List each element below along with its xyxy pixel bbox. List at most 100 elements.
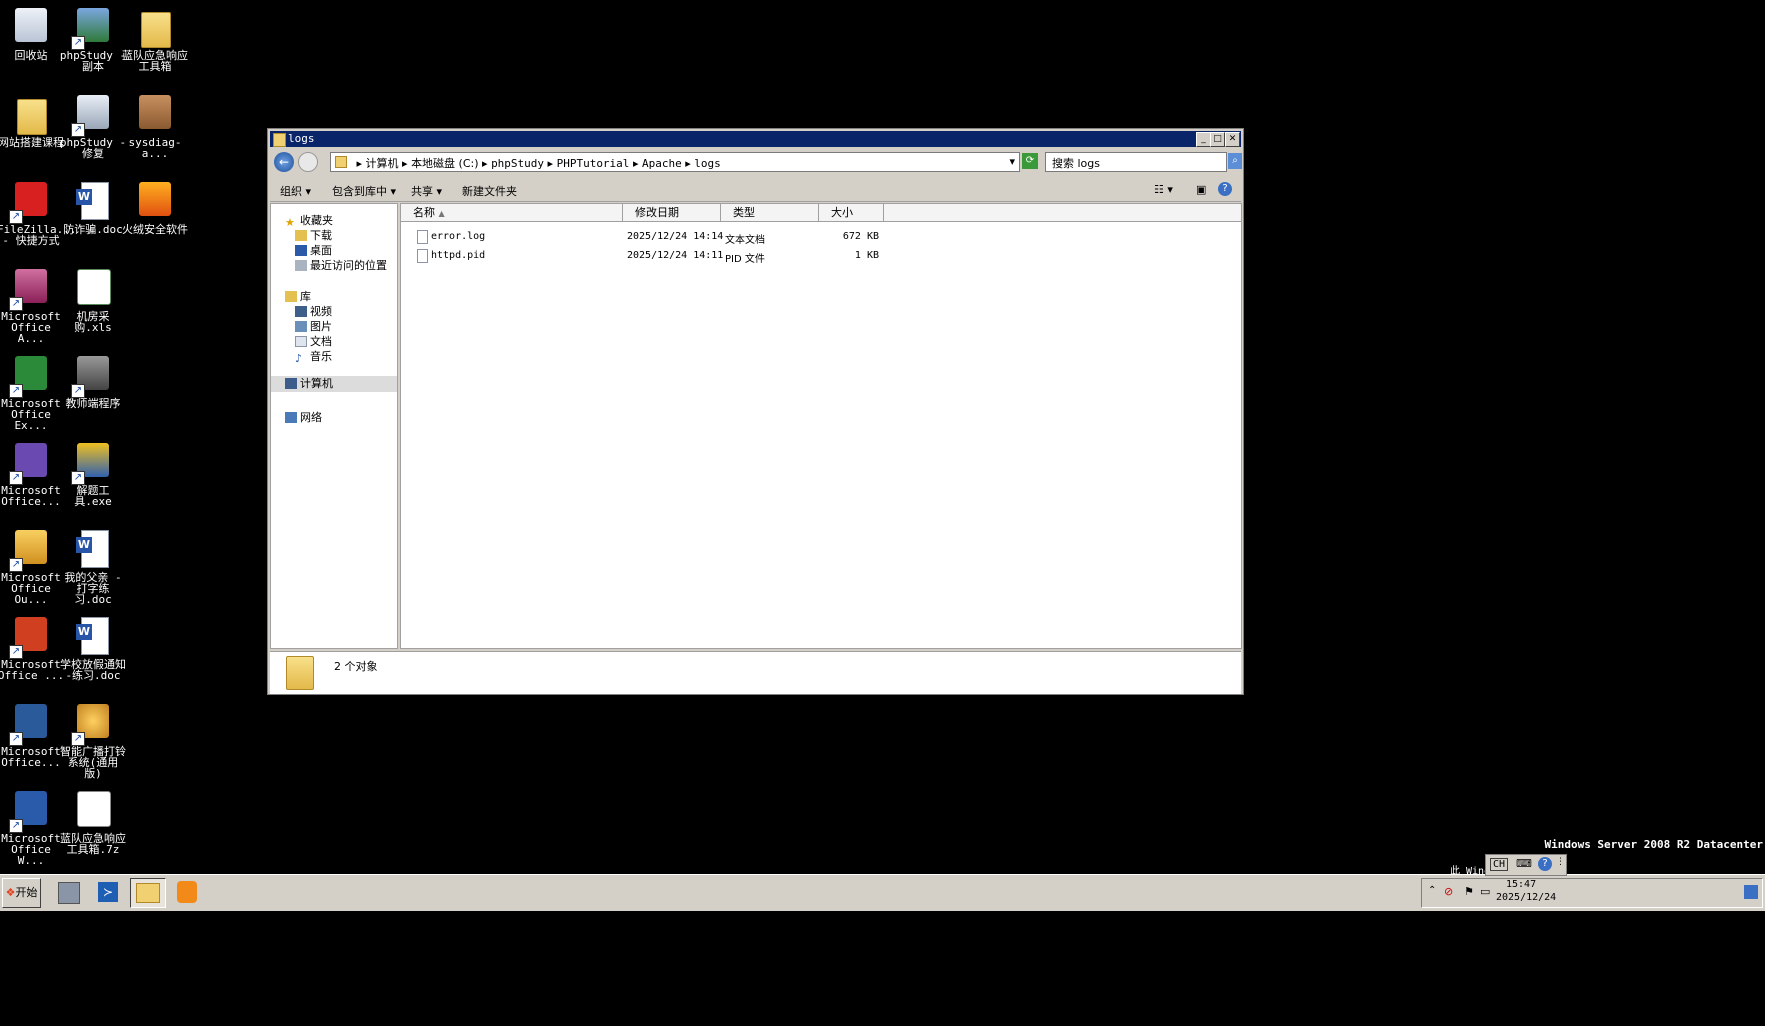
clock-date[interactable]: 2025/12/24 bbox=[1496, 892, 1556, 903]
table-row[interactable]: error.log 2025/12/24 14:14 文本文档 672 KB bbox=[401, 228, 1241, 246]
column-size[interactable]: 大小 bbox=[819, 204, 884, 222]
share-menu[interactable]: 共享 ▾ bbox=[411, 183, 442, 199]
status-bar: 2 个对象 bbox=[270, 651, 1241, 694]
desktop-icon-item[interactable]: ↗ Microsoft Office Ex... bbox=[0, 352, 65, 431]
network-icon bbox=[285, 412, 297, 423]
shortcut-arrow-icon: ↗ bbox=[9, 645, 23, 659]
desktop-icon-label: 机房采购.xls bbox=[74, 310, 112, 334]
column-type[interactable]: 类型 bbox=[721, 204, 819, 222]
breadcrumb-computer[interactable]: 计算机 bbox=[366, 155, 399, 171]
refresh-icon[interactable]: ⟳ bbox=[1022, 153, 1038, 169]
chevron-down-icon[interactable]: ▾ bbox=[1009, 155, 1015, 168]
show-desktop-icon[interactable] bbox=[1744, 885, 1758, 899]
desktop-icon-item[interactable]: ↗ Microsoft Office... bbox=[0, 700, 65, 768]
view-icon[interactable]: ☷ ▾ bbox=[1154, 183, 1173, 196]
desktop-icon-item[interactable]: ↗ phpStudy - 副本 bbox=[59, 4, 127, 72]
nav-downloads[interactable]: 下载 bbox=[295, 227, 332, 243]
taskbar-explorer-icon[interactable] bbox=[130, 878, 166, 908]
nav-favorites[interactable]: ★ 收藏夹 bbox=[285, 212, 333, 229]
desktop-icon-item[interactable]: W 防诈骗.doc bbox=[59, 178, 127, 235]
breadcrumb-phpstudy[interactable]: phpStudy bbox=[491, 157, 544, 170]
desktop-icon-item[interactable]: ↗ 智能广播打铃 系统(通用版) bbox=[59, 700, 127, 779]
file-list: 名称 ▲ 修改日期 类型 大小 error.log 2025/12/24 14:1… bbox=[400, 203, 1242, 649]
options-icon[interactable]: ⋮ bbox=[1556, 857, 1565, 867]
desktop-icon-item[interactable]: 机房采购.xls bbox=[59, 265, 127, 333]
maximize-button[interactable]: □ bbox=[1210, 132, 1225, 147]
shortcut-arrow-icon: ↗ bbox=[71, 471, 85, 485]
nav-videos[interactable]: 视频 bbox=[295, 303, 332, 319]
typing-practice-doc-icon: W bbox=[73, 526, 113, 570]
desktop-icon-item[interactable]: 蓝队应急响应 工具箱 bbox=[121, 4, 189, 72]
nav-libraries[interactable]: 库 bbox=[285, 288, 311, 304]
desktop-icon-item[interactable]: sysdiag-a... bbox=[121, 91, 189, 159]
office-access-icon: ↗ bbox=[9, 265, 51, 311]
minimize-button[interactable]: _ bbox=[1196, 132, 1211, 147]
desktop-icon-label: 火绒安全软件 bbox=[122, 223, 188, 236]
breadcrumb[interactable]: ▸ 计算机 ▸ 本地磁盘 (C:) ▸ phpStudy ▸ PHPTutori… bbox=[330, 152, 1020, 172]
breadcrumb-phptutorial[interactable]: PHPTutorial bbox=[557, 157, 630, 170]
desktop-icon-item[interactable]: ↗ Microsoft Office W... bbox=[0, 787, 65, 866]
keyboard-icon[interactable]: ⌨ bbox=[1516, 857, 1532, 870]
desktop-icon-item[interactable]: W 学校放假通知 -练习.doc bbox=[59, 613, 127, 681]
new-folder-button[interactable]: 新建文件夹 bbox=[462, 183, 517, 199]
breadcrumb-logs[interactable]: logs bbox=[694, 157, 721, 170]
network-tray-icon[interactable]: ▭ bbox=[1480, 885, 1490, 898]
broadcast-system-icon: ↗ bbox=[71, 700, 113, 746]
nav-desktop[interactable]: 桌面 bbox=[295, 242, 332, 258]
column-modified[interactable]: 修改日期 bbox=[623, 204, 721, 222]
taskbar-powershell-icon[interactable]: ≻ bbox=[91, 878, 125, 906]
security-icon[interactable]: ⊘ bbox=[1444, 885, 1453, 898]
desktop-icon-item[interactable]: ↗ 解题工具.exe bbox=[59, 439, 127, 507]
explorer-window: logs _ □ ✕ ← ▸ 计算机 ▸ 本地磁盘 (C:) ▸ phpStud… bbox=[267, 128, 1244, 695]
taskbar-server-manager-icon[interactable] bbox=[52, 878, 86, 906]
desktop-icon-item[interactable]: W 我的父亲 - 打字练习.doc bbox=[59, 526, 127, 605]
back-button[interactable]: ← bbox=[274, 152, 294, 172]
desktop-icon-item[interactable]: 回收站 bbox=[0, 4, 65, 61]
desktop-icon-item[interactable]: 网站搭建课程 bbox=[0, 91, 65, 148]
nav-network[interactable]: 网络 bbox=[285, 409, 322, 425]
organize-menu[interactable]: 组织 ▾ bbox=[280, 183, 311, 199]
office-outlook-icon: ↗ bbox=[9, 526, 51, 572]
preview-pane-icon[interactable]: ▣ bbox=[1196, 183, 1206, 196]
table-row[interactable]: httpd.pid 2025/12/24 14:11 PID 文件 1 KB bbox=[401, 247, 1241, 265]
desktop-icon-item[interactable]: ↗ Microsoft Office Ou... bbox=[0, 526, 65, 605]
desktop-icon-item[interactable]: ↗ 教师端程序 bbox=[59, 352, 127, 409]
nav-music[interactable]: ♪ 音乐 bbox=[295, 348, 332, 365]
start-button[interactable]: ❖开始 bbox=[2, 878, 41, 908]
close-button[interactable]: ✕ bbox=[1225, 132, 1240, 147]
file-modified: 2025/12/24 14:11 bbox=[627, 250, 724, 261]
desktop-icon-item[interactable]: ↗ Microsoft Office ... bbox=[0, 613, 65, 681]
nav-pictures[interactable]: 图片 bbox=[295, 318, 332, 334]
input-language[interactable]: CH bbox=[1490, 858, 1509, 871]
nav-computer[interactable]: 计算机 bbox=[271, 376, 397, 392]
folder-icon bbox=[335, 156, 347, 168]
desktop-icon-item[interactable]: ↗ phpStudy - 修复 bbox=[59, 91, 127, 159]
search-input[interactable]: 搜索 logs bbox=[1045, 152, 1227, 172]
clock-time[interactable]: 15:47 bbox=[1506, 879, 1536, 890]
music-icon: ♪ bbox=[295, 352, 303, 365]
search-icon[interactable]: ⌕ bbox=[1228, 153, 1242, 169]
help-icon[interactable]: ? bbox=[1538, 857, 1552, 871]
desktop-icon-item[interactable]: ↗ FileZilla... - 快捷方式 bbox=[0, 178, 77, 247]
desktop-icon-item[interactable]: 蓝队应急响应 工具箱.7z bbox=[59, 787, 127, 855]
file-size: 672 KB bbox=[842, 231, 879, 242]
desktop-icon-label: Microsoft Office A... bbox=[1, 310, 61, 345]
include-in-library-menu[interactable]: 包含到库中 ▾ bbox=[332, 183, 396, 199]
nav-documents[interactable]: 文档 bbox=[295, 333, 332, 349]
show-hidden-icons-icon[interactable]: ⌃ bbox=[1428, 885, 1436, 896]
title-bar[interactable]: logs _ □ ✕ bbox=[270, 131, 1241, 147]
desktop-icon-label: FileZilla... - 快捷方式 bbox=[0, 223, 77, 247]
desktop-icon-label: 解题工具.exe bbox=[74, 484, 112, 508]
breadcrumb-drive[interactable]: 本地磁盘 (C:) bbox=[411, 155, 478, 171]
desktop-icon-item[interactable]: 火绒安全软件 bbox=[121, 178, 189, 235]
breadcrumb-apache[interactable]: Apache bbox=[642, 157, 682, 170]
column-name[interactable]: 名称 ▲ bbox=[401, 204, 623, 222]
forward-button[interactable] bbox=[298, 152, 318, 172]
desktop-icon-item[interactable]: ↗ Microsoft Office... bbox=[0, 439, 65, 507]
taskbar-huorong-icon[interactable] bbox=[170, 878, 204, 906]
help-icon[interactable]: ? bbox=[1218, 182, 1232, 196]
desktop-icon-item[interactable]: ↗ Microsoft Office A... bbox=[0, 265, 65, 344]
nav-recent[interactable]: 最近访问的位置 bbox=[295, 257, 387, 273]
computer-icon bbox=[285, 378, 297, 389]
action-center-flag-icon[interactable]: ⚑ bbox=[1464, 885, 1474, 898]
